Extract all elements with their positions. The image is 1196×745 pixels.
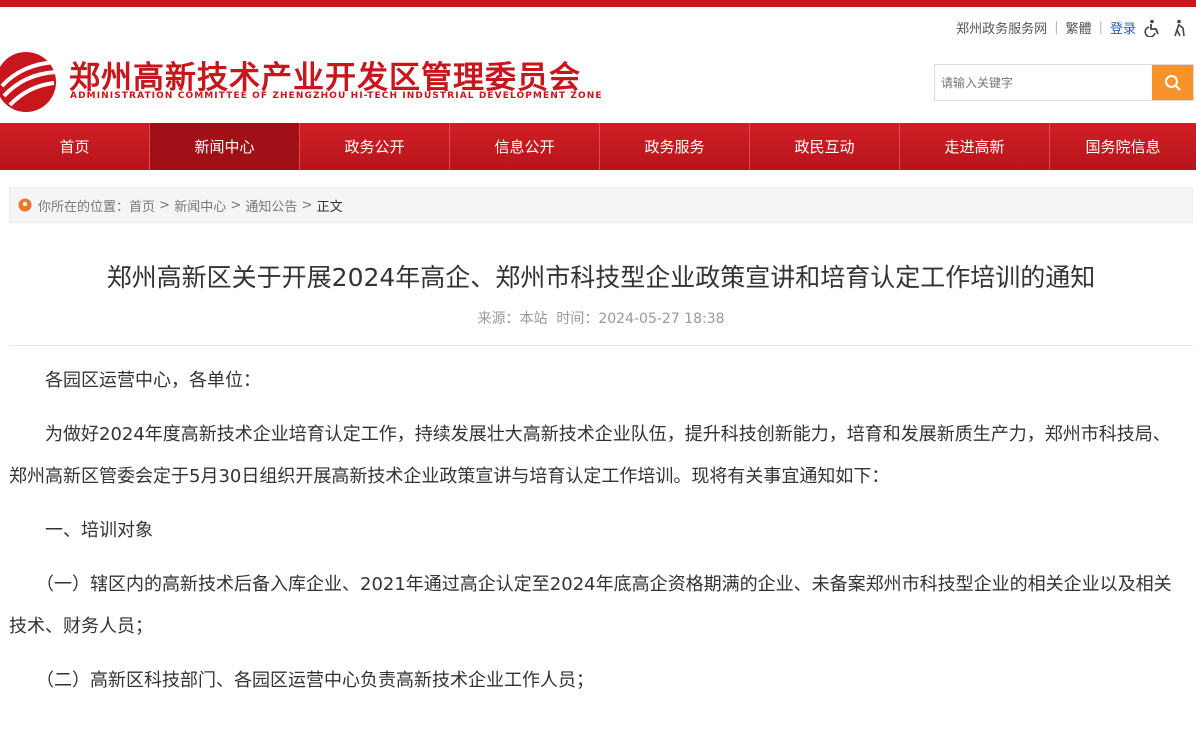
gov-service-link[interactable]: 郑州政务服务网: [956, 18, 1047, 37]
site-logo-icon[interactable]: [0, 42, 60, 116]
top-links: 郑州政务服务网 | 繁體 | 登录: [956, 18, 1188, 37]
breadcrumb-prefix: 你所在的位置：: [38, 199, 130, 215]
separator: |: [1054, 20, 1059, 35]
paragraph: （二）高新区科技部门、各园区运营中心负责高新技术企业工作人员；: [9, 670, 594, 691]
breadcrumb-current: 正文: [316, 199, 343, 215]
nav-home[interactable]: 首页: [0, 123, 150, 170]
search-input[interactable]: [935, 65, 1152, 100]
nav-about-hitech[interactable]: 走进高新: [900, 123, 1050, 170]
search-button[interactable]: [1152, 65, 1193, 100]
traditional-chinese-link[interactable]: 繁體: [1066, 18, 1092, 37]
breadcrumb-notices[interactable]: 通知公告: [245, 196, 297, 215]
login-link[interactable]: 登录: [1110, 18, 1136, 37]
location-pin-icon: [18, 198, 32, 212]
paragraph: （一）辖区内的高新技术后备入库企业、2021年通过高企认定至2024年底高企资格…: [9, 574, 1172, 637]
search-icon: [1164, 74, 1181, 91]
nav-government-services[interactable]: 政务服务: [600, 123, 750, 170]
accessibility-wheelchair-icon[interactable]: [1144, 19, 1162, 37]
paragraph: 一、培训对象: [9, 520, 153, 541]
site-subtitle: ADMINISTRATION COMMITTEE OF ZHENGZHOU HI…: [70, 91, 603, 101]
nav-state-council-info[interactable]: 国务院信息: [1050, 123, 1196, 170]
article-meta: 来源：本站 时间：2024-05-27 18:38: [477, 311, 725, 327]
article-body: 各园区运营中心，各单位： 为做好2024年度高新技术企业培育认定工作，持续发展壮…: [9, 360, 1185, 714]
nav-government-affairs[interactable]: 政务公开: [300, 123, 450, 170]
breadcrumb-separator: >: [155, 197, 175, 213]
breadcrumb-home[interactable]: 首页: [129, 196, 155, 215]
breadcrumb-news-center[interactable]: 新闻中心: [174, 196, 226, 215]
paragraph: 为做好2024年度高新技术企业培育认定工作，持续发展壮大高新技术企业队伍，提升科…: [9, 424, 1171, 487]
paragraph: 各园区运营中心，各单位：: [9, 370, 261, 391]
main-nav: 首页 新闻中心 政务公开 信息公开 政务服务 政民互动 走进高新 国务院信息: [0, 123, 1196, 170]
title-divider: [9, 345, 1193, 346]
separator: |: [1098, 20, 1103, 35]
breadcrumb: 你所在的位置： 首页 > 新闻中心 > 通知公告 > 正文: [9, 187, 1193, 223]
breadcrumb-separator: >: [297, 197, 317, 213]
elderly-mode-icon[interactable]: [1170, 19, 1188, 37]
search-box: [934, 64, 1194, 101]
breadcrumb-separator: >: [226, 197, 246, 213]
top-red-strip: [0, 0, 1196, 7]
site-header: 郑州高新技术产业开发区管理委员会 ADMINISTRATION COMMITTE…: [0, 7, 1196, 123]
nav-news-center[interactable]: 新闻中心: [150, 123, 300, 170]
nav-interaction[interactable]: 政民互动: [750, 123, 900, 170]
nav-information-disclosure[interactable]: 信息公开: [450, 123, 600, 170]
article-title: 郑州高新区关于开展2024年高企、郑州市科技型企业政策宣讲和培育认定工作培训的通…: [106, 263, 1096, 292]
